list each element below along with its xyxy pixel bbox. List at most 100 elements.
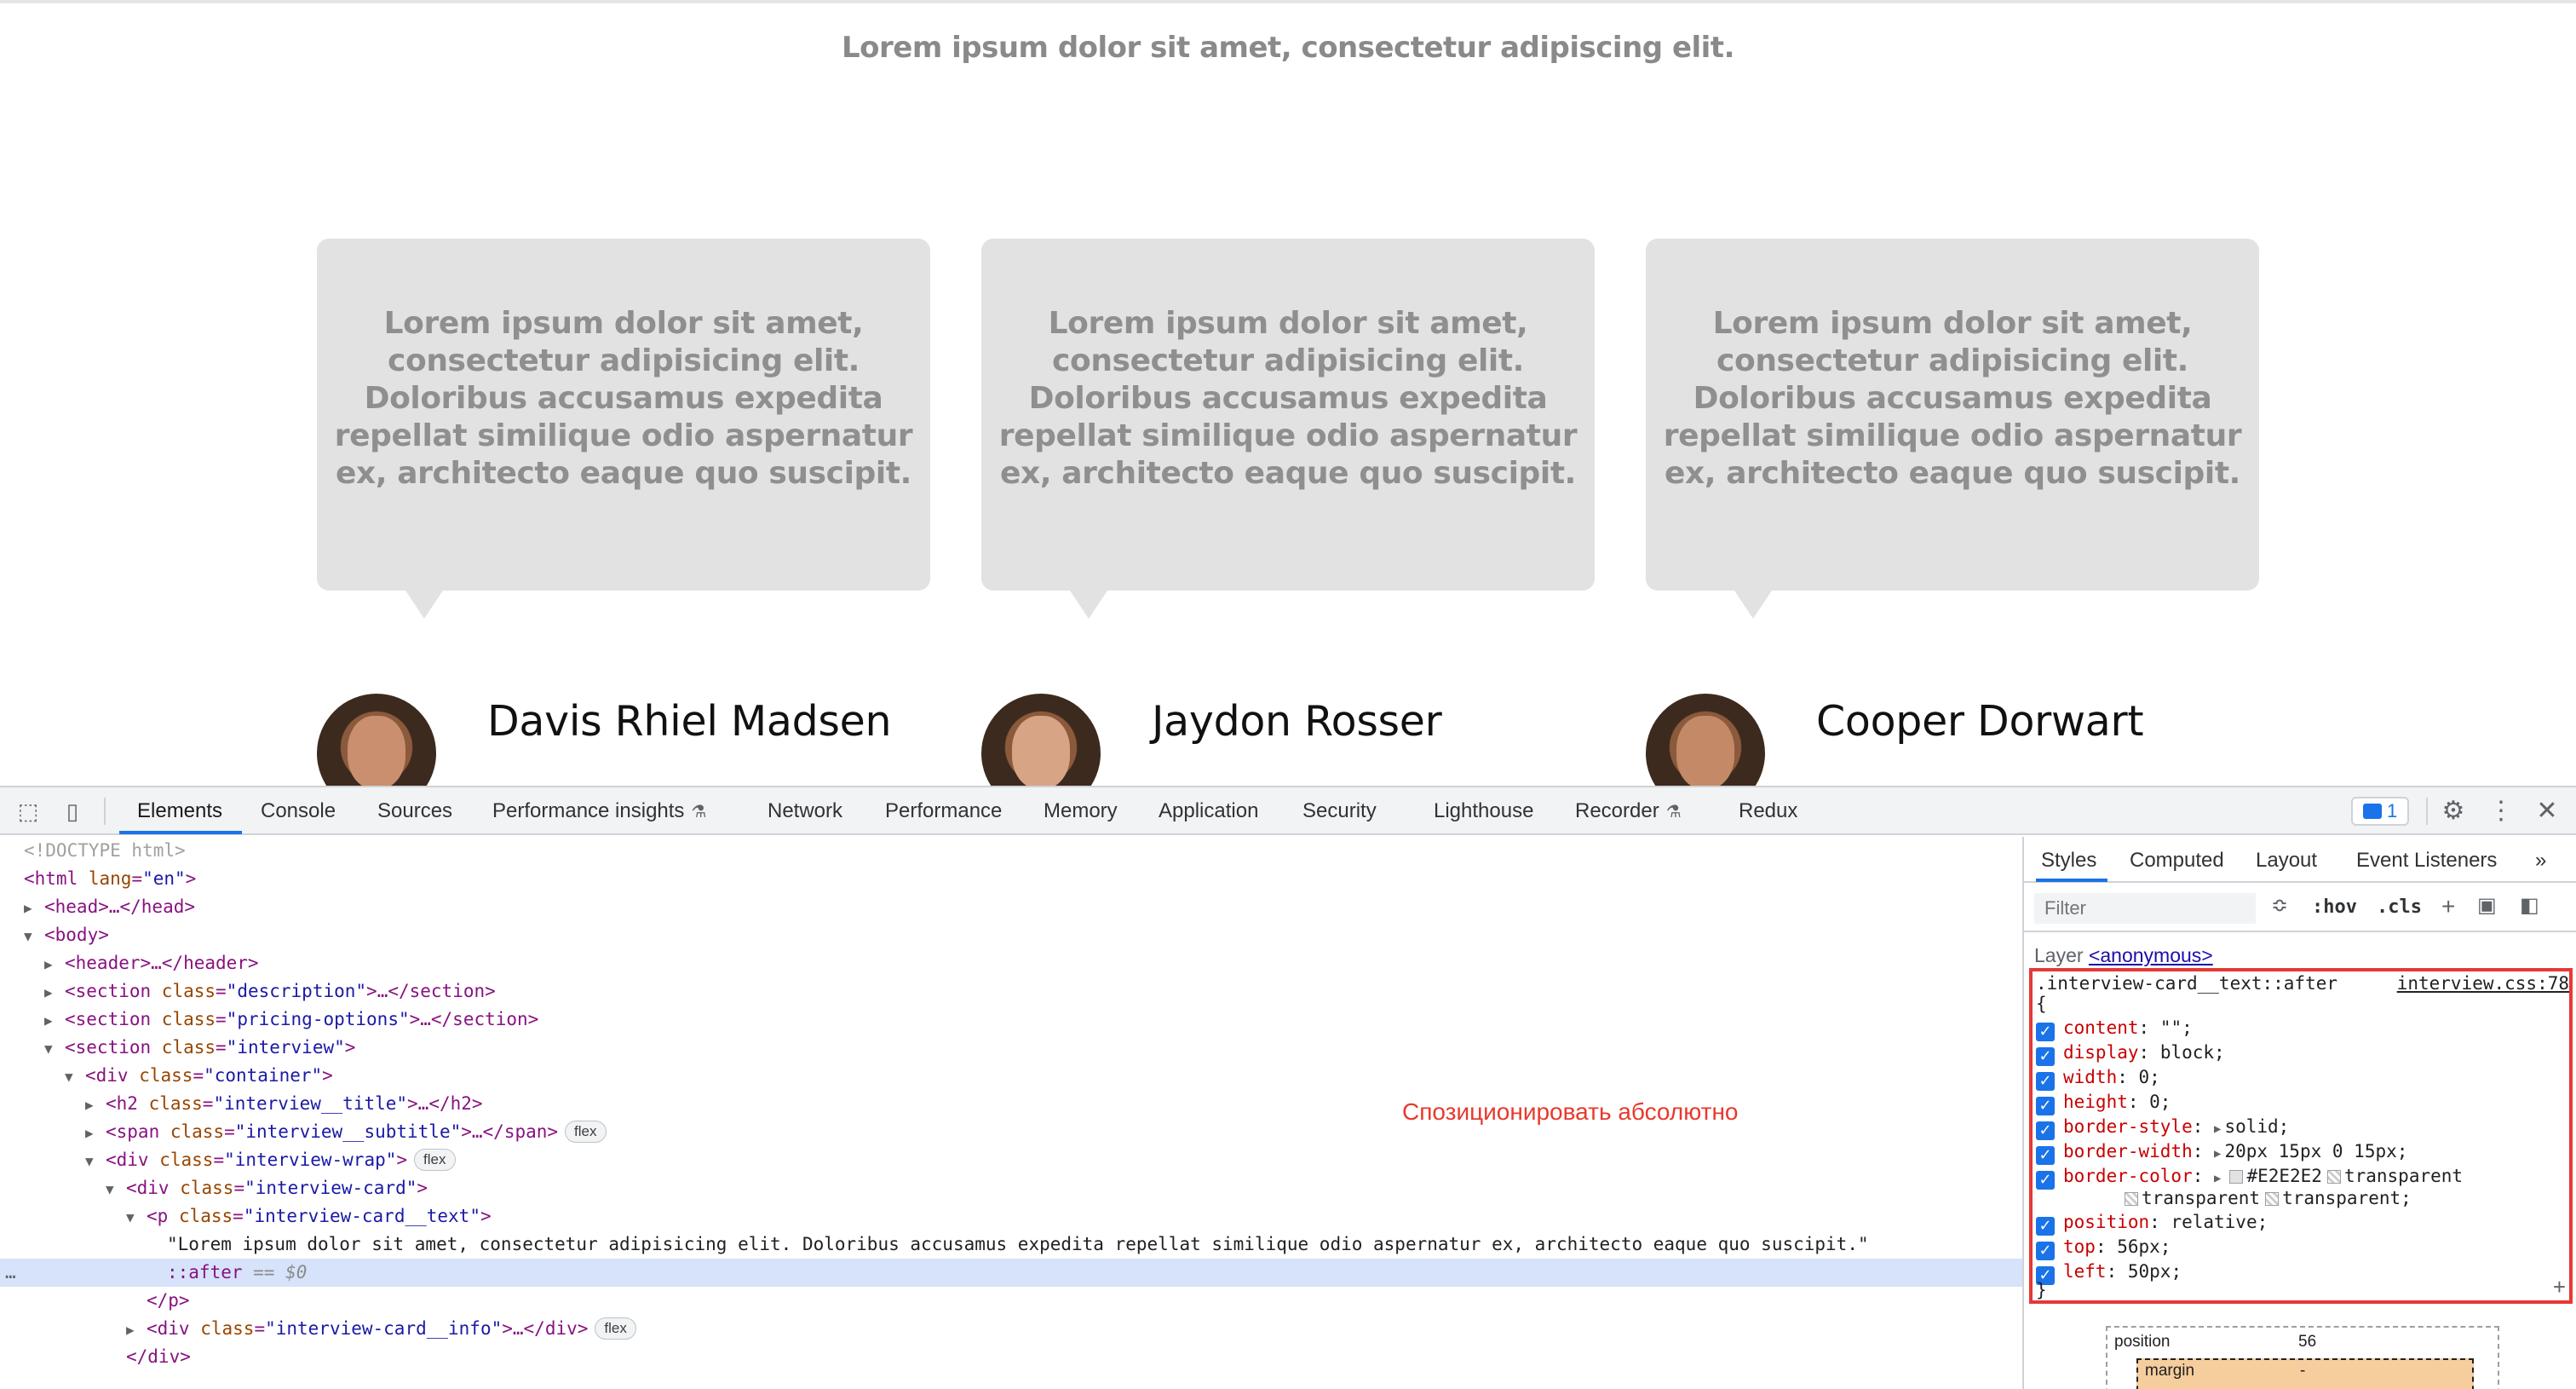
css-value[interactable]: 0; [2149,1092,2171,1112]
new-style-rule-icon[interactable]: + [2441,893,2455,920]
inspect-element-icon[interactable]: ⬚ [14,798,43,825]
css-declaration-continued[interactable]: transparent transparent; [2119,1186,2412,1210]
more-tabs-icon[interactable]: » [2535,849,2546,873]
css-declaration[interactable]: ✓ left: 50px; [2036,1259,2182,1285]
css-prop[interactable]: border-width [2063,1141,2193,1161]
device-toolbar-icon[interactable]: ▯ [58,798,87,825]
color-swatch[interactable] [2229,1170,2244,1184]
tab-application[interactable]: Application [1159,799,1258,823]
css-declaration[interactable]: ✓ border-style: ▶ solid; [2036,1115,2289,1140]
css-prop[interactable]: height [2063,1092,2128,1112]
flex-badge[interactable]: flex [414,1149,456,1171]
tab-computed[interactable]: Computed [2130,849,2224,873]
checkbox-icon[interactable]: ✓ [2036,1217,2055,1236]
dom-node-interview-card[interactable]: ▼ <div class="interview-card"> [0,1174,2022,1202]
expand-triangle-icon[interactable]: ▶ [44,950,65,978]
css-prop[interactable]: content [2063,1017,2139,1038]
css-value[interactable]: 50px; [2128,1261,2182,1282]
css-value[interactable]: block; [2160,1042,2225,1063]
expand-triangle-icon[interactable]: ▶ [44,1006,65,1035]
css-value[interactable]: transparent [2142,1188,2260,1208]
tab-styles[interactable]: Styles [2041,849,2096,873]
tab-lighthouse[interactable]: Lighthouse [1434,799,1533,823]
expand-triangle-icon[interactable]: ▶ [24,894,44,922]
checkbox-icon[interactable]: ✓ [2036,1047,2055,1066]
css-declaration[interactable]: ✓ top: 56px; [2036,1235,2171,1260]
expand-triangle-icon[interactable]: ▶ [85,1091,106,1119]
css-value[interactable]: 20px 15px 0 15px; [2224,1141,2407,1161]
close-icon[interactable]: ✕ [2532,796,2562,827]
checkbox-icon[interactable]: ✓ [2036,1072,2055,1091]
checkbox-icon[interactable]: ✓ [2036,1121,2055,1140]
dom-node-interview-wrap[interactable]: ▼ <div class="interview-wrap"> flex [0,1146,2022,1174]
css-declaration[interactable]: ✓ content: ""; [2036,1016,2193,1041]
box-position-value[interactable]: 56 [2298,1333,2316,1352]
expand-triangle-icon[interactable]: ▶ [126,1316,147,1344]
collapse-triangle-icon[interactable]: ▼ [24,922,44,950]
checkbox-icon[interactable]: ✓ [2036,1171,2055,1190]
cls-button[interactable]: .cls [2377,896,2422,918]
dom-node-div-close[interactable]: </div> [0,1343,2022,1371]
collapse-triangle-icon[interactable]: ▼ [85,1147,106,1175]
dom-node-container[interactable]: ▼ <div class="container"> [0,1062,2022,1090]
css-declaration[interactable]: ✓ height: 0; [2036,1090,2171,1115]
css-prop[interactable]: left [2063,1261,2107,1282]
more-options-icon[interactable]: ⋮ [2486,796,2516,827]
expand-triangle-icon[interactable]: ▶ [2214,1122,2221,1136]
css-value[interactable]: #E2E2E2 [2246,1166,2322,1186]
toggle-sidebar-icon[interactable]: ◧ [2520,893,2539,918]
more-actions-icon[interactable]: … [5,1259,16,1287]
css-prop[interactable]: display [2063,1042,2139,1063]
css-value[interactable]: transparent; [2282,1188,2412,1208]
collapse-triangle-icon[interactable]: ▼ [44,1035,65,1063]
tab-memory[interactable]: Memory [1044,799,1118,823]
flex-badge[interactable]: flex [595,1317,636,1340]
dom-node-body[interactable]: ▼ <body> [0,921,2022,949]
collapse-triangle-icon[interactable]: ▼ [65,1063,85,1091]
checkbox-icon[interactable]: ✓ [2036,1097,2055,1115]
paint-icon[interactable]: ▣ [2477,893,2497,918]
checkbox-icon[interactable]: ✓ [2036,1242,2055,1260]
layer-link[interactable]: <anonymous> [2089,944,2213,966]
tab-sources[interactable]: Sources [377,799,452,823]
css-declaration[interactable]: ✓ position: relative; [2036,1210,2268,1236]
tab-recorder[interactable]: Recorder ⚗ [1575,799,1682,823]
css-declaration[interactable]: ✓ display: block; [2036,1040,2225,1066]
css-prop[interactable]: border-style [2063,1116,2193,1137]
collapse-triangle-icon[interactable]: ▼ [106,1175,126,1203]
expand-triangle-icon[interactable]: ▶ [85,1119,106,1147]
expand-triangle-icon[interactable]: ▶ [2214,1172,2221,1185]
dom-node-html[interactable]: <html lang="en"> [0,865,2022,893]
tab-console[interactable]: Console [261,799,336,823]
add-declaration-icon[interactable]: + [2553,1274,2566,1300]
css-declaration[interactable]: ✓ border-width: ▶ 20px 15px 0 15px; [2036,1139,2407,1165]
tab-security[interactable]: Security [1302,799,1377,823]
color-swatch[interactable] [2326,1170,2341,1184]
css-prop[interactable]: position [2063,1212,2149,1232]
checkbox-icon[interactable]: ✓ [2036,1023,2055,1041]
box-margin-value[interactable]: - [2300,1362,2305,1380]
tab-performance-insights[interactable]: Performance insights ⚗ [492,799,706,823]
dom-doctype[interactable]: <!DOCTYPE html> [0,837,2022,865]
color-swatch[interactable] [2265,1192,2280,1206]
dom-node-after-selected[interactable]: …::after == $0 [0,1259,2022,1287]
tab-redux[interactable]: Redux [1739,799,1797,823]
css-source-link[interactable]: interview.css:78 [2397,973,2569,994]
expand-triangle-icon[interactable]: ▶ [44,978,65,1006]
css-selector[interactable]: .interview-card__text::after [2036,973,2337,994]
dom-node-card-info[interactable]: ▶ <div class="interview-card__info">…</di… [0,1315,2022,1343]
gear-icon[interactable]: ⚙ [2438,796,2469,827]
tab-event-listeners[interactable]: Event Listeners [2356,849,2497,873]
dom-node-section-pricing[interactable]: ▶ <section class="pricing-options">…</sec… [0,1006,2022,1034]
styles-filter-input[interactable] [2034,893,2256,924]
css-declaration[interactable]: ✓ border-color: ▶ #E2E2E2 transparent [2036,1164,2463,1190]
expand-triangle-icon[interactable]: ▶ [2214,1147,2221,1161]
css-prop[interactable]: top [2063,1236,2096,1257]
css-value[interactable]: relative; [2171,1212,2268,1232]
dom-node-section-interview[interactable]: ▼ <section class="interview"> [0,1034,2022,1062]
css-value[interactable]: solid; [2224,1116,2289,1137]
dom-node-section-description[interactable]: ▶ <section class="description">…</section… [0,977,2022,1006]
dom-node-p[interactable]: ▼ <p class="interview-card__text"> [0,1202,2022,1231]
color-swatch[interactable] [2125,1192,2138,1206]
collapse-triangle-icon[interactable]: ▼ [126,1203,147,1231]
